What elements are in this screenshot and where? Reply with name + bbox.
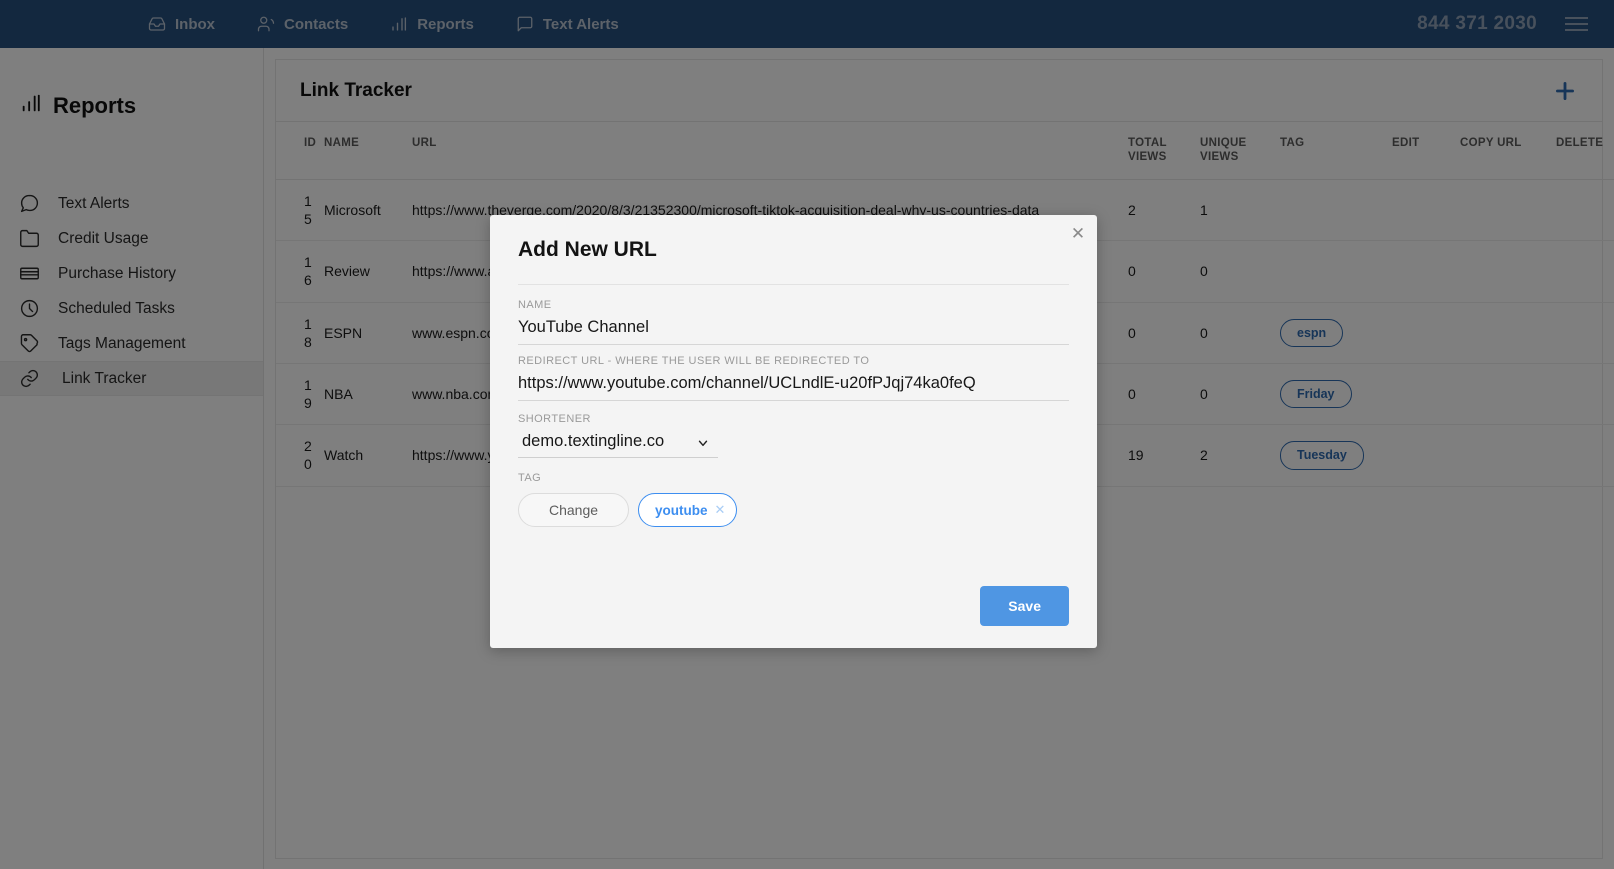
shortener-select[interactable]: demo.textingline.co: [518, 427, 718, 458]
tag-field-group: TAG Change youtube ✕: [518, 472, 1069, 527]
tag-change-button[interactable]: Change: [518, 493, 630, 527]
tag-chip-youtube[interactable]: youtube ✕: [638, 493, 738, 527]
shortener-select-wrapper: demo.textingline.co: [518, 427, 718, 458]
close-icon[interactable]: ✕: [1067, 222, 1089, 244]
tag-label: TAG: [518, 472, 542, 484]
redirect-url-label: REDIRECT URL - WHERE THE USER WILL BE RE…: [518, 355, 870, 367]
tag-row: Change youtube ✕: [518, 493, 1069, 527]
name-label: NAME: [518, 299, 552, 311]
name-field-group: NAME: [518, 299, 1069, 345]
modal-body: NAME REDIRECT URL - WHERE THE USER WILL …: [490, 285, 1097, 527]
redirect-url-field-group: REDIRECT URL - WHERE THE USER WILL BE RE…: [518, 355, 1069, 401]
redirect-url-input[interactable]: [518, 369, 1069, 401]
shortener-label: SHORTENER: [518, 413, 591, 425]
shortener-field-group: SHORTENER demo.textingline.co: [518, 413, 1069, 458]
modal-footer: Save: [980, 586, 1069, 626]
name-input[interactable]: [518, 313, 1069, 345]
add-new-url-modal: ✕ Add New URL NAME REDIRECT URL - WHERE …: [490, 215, 1097, 648]
modal-title: Add New URL: [518, 238, 657, 261]
save-button[interactable]: Save: [980, 586, 1069, 626]
tag-chip-label: youtube: [655, 502, 708, 518]
close-icon[interactable]: ✕: [715, 502, 726, 518]
